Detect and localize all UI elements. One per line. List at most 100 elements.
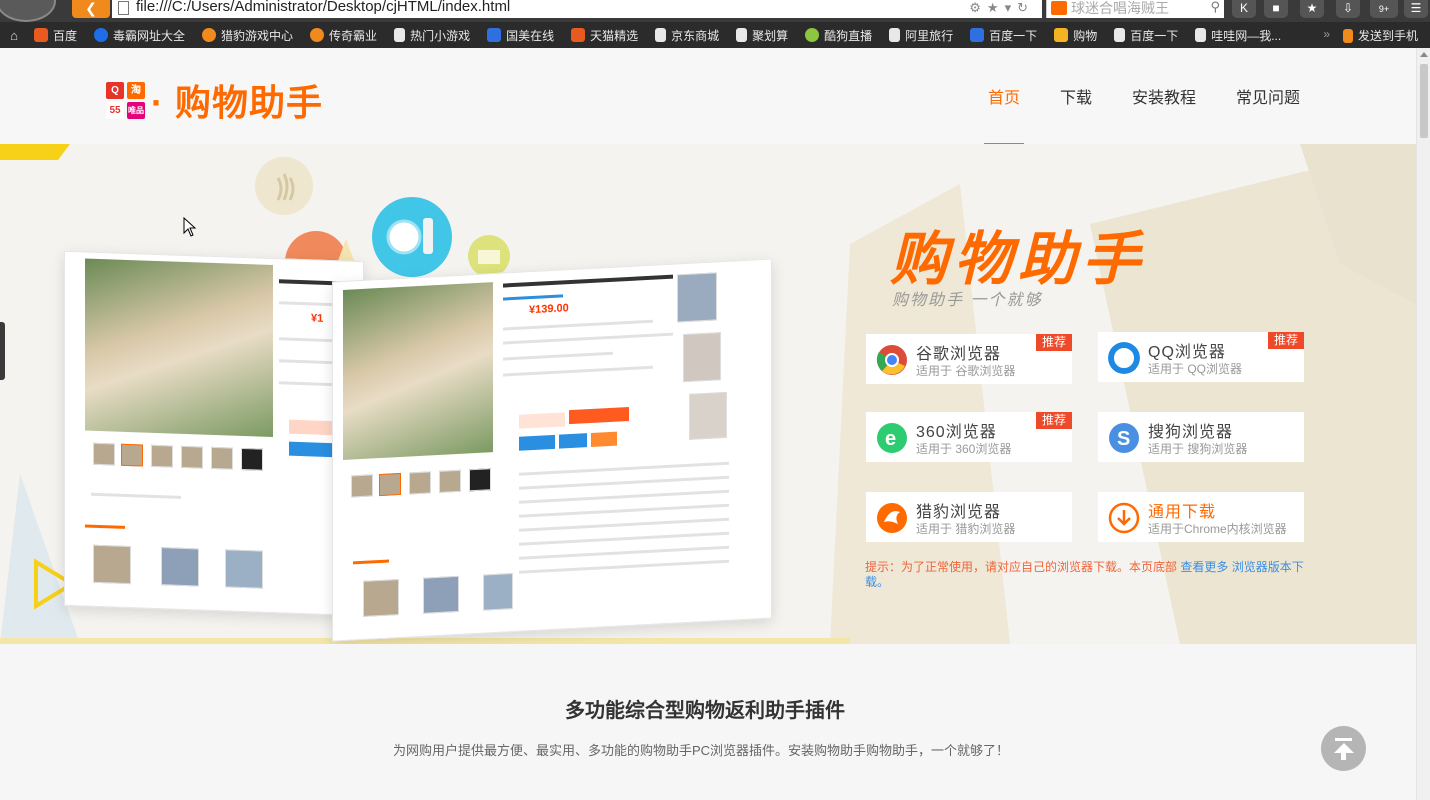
browser-logo-icon[interactable]	[0, 0, 56, 22]
nav-install-guide[interactable]: 安装教程	[1132, 84, 1196, 108]
back-to-top-button[interactable]	[1321, 726, 1366, 771]
mockup-price: ¥139.00	[529, 302, 569, 317]
search-input[interactable]: 球迷合唱海贼王 ⚲	[1046, 0, 1224, 18]
download-card-liebao[interactable]: 猎豹浏览器 适用于 猎豹浏览器	[866, 492, 1072, 542]
bookmark-item[interactable]: 京东商城	[655, 27, 719, 44]
bookmark-item[interactable]: 猎豹游戏中心	[202, 27, 293, 44]
chrome-icon	[876, 345, 907, 375]
hero-banner: ¥1 ¥139.00 购物助手 购物助手 一个就够 谷歌浏览器 适用于 谷歌浏览…	[0, 144, 1416, 644]
liebao-game-icon	[202, 28, 217, 42]
card-name: QQ浏览器	[1148, 344, 1226, 361]
bookmark-item[interactable]: 天猫精选	[571, 27, 638, 44]
nav-home[interactable]: 首页	[983, 84, 1024, 145]
tip-text: 提示：为了正常使用，请对应自己的浏览器下载。本页底部	[865, 560, 1178, 574]
card-name: 搜狗浏览器	[1148, 424, 1234, 441]
bookmark-item[interactable]: 聚划算	[736, 27, 788, 44]
logo-tile: 淘	[127, 81, 145, 99]
kugou-icon	[805, 28, 820, 42]
card-desc: 适用于 猎豹浏览器	[916, 522, 1016, 536]
hero-subtitle: 购物助手 一个就够	[892, 292, 1043, 309]
notification-icon[interactable]: 9+	[1370, 0, 1398, 18]
logo-text: · 购物助手	[151, 82, 323, 123]
download-card-360[interactable]: e 360浏览器 适用于 360浏览器 推荐	[866, 412, 1072, 462]
intro-title: 多功能综合型购物返利助手插件	[565, 700, 845, 722]
scroll-up-icon[interactable]	[1420, 52, 1428, 57]
bookmark-item[interactable]: 传奇霸业	[310, 27, 377, 44]
bookmark-item[interactable]: 酷狗直播	[805, 27, 872, 44]
hero-title: 购物助手	[890, 227, 1147, 292]
notification-badge: 9+	[1378, 4, 1390, 14]
page-icon	[736, 28, 748, 42]
side-panel-handle[interactable]	[0, 322, 5, 380]
download-card-universal[interactable]: 通用下载 适用于Chrome内核浏览器	[1098, 492, 1304, 542]
tmall-icon	[571, 28, 586, 42]
bookmark-item[interactable]: 百度一下	[1114, 27, 1178, 44]
intro-description: 为网购用户提供最方便、最实用、多功能的购物助手PC浏览器插件。安装购物助手购物助…	[392, 743, 1010, 758]
nav-faq[interactable]: 常见问题	[1236, 84, 1300, 108]
recommend-badge: 推荐	[1036, 412, 1072, 429]
site-logo[interactable]: Q 淘 55 唯品 · 购物助手	[106, 74, 323, 126]
logo-tile: 唯品	[127, 101, 145, 119]
card-desc: 适用于 搜狗浏览器	[1148, 442, 1248, 456]
bookmark-item[interactable]: 哇哇网—我...	[1195, 27, 1281, 44]
bookmarks-bar: ⌂ 百度 毒霸网址大全 猎豹游戏中心 传奇霸业 热门小游戏 国美在线 天猫精选 …	[0, 22, 1430, 48]
logo-tile: 55	[106, 101, 124, 119]
product-photo	[343, 282, 493, 460]
url-action-icons[interactable]: ⚙★▾↻	[969, 0, 1034, 16]
download-icon	[1108, 502, 1140, 534]
logo-tiles: Q 淘 55 唯品	[106, 81, 145, 119]
360-browser-icon: e	[877, 423, 907, 453]
card-name: 猎豹浏览器	[916, 504, 1002, 521]
page-icon	[1195, 28, 1207, 42]
page-icon	[655, 28, 667, 42]
search-placeholder: 球迷合唱海贼王	[1071, 0, 1169, 16]
card-desc: 适用于 QQ浏览器	[1148, 362, 1243, 376]
tip-more-link[interactable]: 查看更多	[1180, 560, 1228, 574]
mockup-price-fragment: ¥1	[311, 312, 324, 325]
page-icon	[889, 28, 901, 42]
k-extension-icon[interactable]: K	[1232, 0, 1256, 18]
lock-icon[interactable]: ■	[1264, 0, 1288, 18]
bookmark-item[interactable]: 百度一下	[970, 27, 1037, 44]
send-to-phone-button[interactable]: 发送到手机	[1342, 27, 1418, 44]
download-manager-icon[interactable]: ⇩	[1336, 0, 1360, 18]
home-icon[interactable]: ⌂	[4, 28, 24, 43]
bookmark-item[interactable]: 购物	[1054, 27, 1097, 44]
chuanqi-icon	[310, 28, 325, 42]
menu-icon[interactable]: ☰	[1404, 0, 1428, 18]
bookmark-item[interactable]: 毒霸网址大全	[94, 27, 185, 44]
main-nav: 首页 下载 安装教程 常见问题	[948, 84, 1300, 145]
product-mockup-front: ¥139.00	[332, 258, 772, 642]
download-card-sogou[interactable]: S 搜狗浏览器 适用于 搜狗浏览器	[1098, 412, 1304, 462]
svg-text:e: e	[885, 428, 896, 450]
star-icon[interactable]: ★	[1300, 0, 1324, 18]
url-field[interactable]: file:///C:/Users/Administrator/Desktop/c…	[112, 0, 1042, 18]
page-icon	[394, 28, 406, 42]
phone-icon	[1342, 28, 1353, 43]
scrollbar-thumb[interactable]	[1420, 64, 1428, 138]
logo-tile: Q	[106, 81, 124, 99]
duba-icon	[94, 28, 109, 42]
card-desc: 适用于Chrome内核浏览器	[1148, 522, 1287, 536]
baidu-icon	[34, 28, 48, 42]
card-desc: 适用于 360浏览器	[916, 442, 1012, 456]
arrow-up-icon	[1335, 738, 1352, 741]
bookmark-item[interactable]: 国美在线	[487, 27, 554, 44]
product-mockup-back: ¥1	[64, 250, 364, 617]
download-card-chrome[interactable]: 谷歌浏览器 适用于 谷歌浏览器 推荐	[866, 334, 1072, 384]
page-icon	[118, 1, 129, 15]
search-engine-icon[interactable]	[1051, 1, 1067, 15]
back-button[interactable]: ❮	[72, 0, 110, 18]
bookmark-item[interactable]: 热门小游戏	[394, 27, 470, 44]
download-card-qq[interactable]: QQ浏览器 适用于 QQ浏览器 推荐	[1098, 332, 1304, 382]
search-icon[interactable]: ⚲	[1210, 0, 1220, 15]
bookmark-item[interactable]: 阿里旅行	[889, 27, 953, 44]
bookmark-item[interactable]: 百度	[34, 27, 77, 44]
paw-icon	[970, 28, 985, 42]
mouse-cursor-icon	[183, 217, 197, 237]
bookmarks-overflow-icon[interactable]: »	[1323, 27, 1330, 41]
card-name: 通用下载	[1148, 504, 1217, 521]
nav-download[interactable]: 下载	[1060, 84, 1092, 108]
site-header: Q 淘 55 唯品 · 购物助手 首页 下载 安装教程 常见问题	[0, 48, 1416, 145]
page-scrollbar[interactable]	[1416, 48, 1430, 800]
